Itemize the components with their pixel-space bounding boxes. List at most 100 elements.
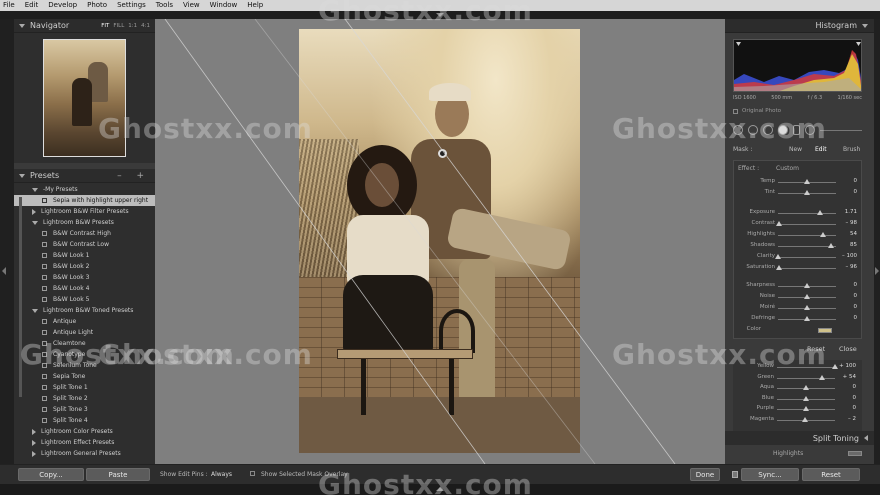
slider-knob[interactable] — [828, 243, 835, 248]
zoom-4-1[interactable]: 4:1 — [141, 23, 150, 29]
slider-knob[interactable] — [804, 283, 810, 288]
preset-folder[interactable]: Lightroom B&W Presets — [14, 217, 155, 228]
sync-switch-icon[interactable] — [732, 471, 738, 478]
zoom-1-1[interactable]: 1:1 — [128, 23, 137, 29]
left-edge-strip[interactable] — [0, 19, 14, 464]
slider-track[interactable] — [778, 224, 836, 225]
slider-knob[interactable] — [803, 395, 809, 401]
slider-knob[interactable] — [819, 232, 826, 237]
preset-item[interactable]: Sepia with highlight upper right — [14, 195, 155, 206]
right-panel-toggle-icon[interactable] — [875, 267, 879, 275]
slider-value[interactable]: – 96 — [846, 264, 858, 270]
preset-folder[interactable]: Lightroom Effect Presets — [14, 437, 155, 448]
preset-folder[interactable]: Lightroom B&W Toned Presets — [14, 305, 155, 316]
zoom-fill[interactable]: FILL — [113, 23, 124, 29]
slider-value[interactable]: 85 — [850, 242, 857, 248]
slider-value[interactable]: 0 — [854, 282, 858, 288]
slider-value[interactable]: + 54 — [843, 374, 856, 380]
zoom-fit[interactable]: FIT — [101, 23, 109, 29]
slider-knob[interactable] — [804, 190, 810, 195]
slider-value[interactable]: – 100 — [842, 253, 857, 259]
reset-button[interactable]: Reset — [802, 468, 860, 481]
preset-item[interactable]: Split Tone 2 — [14, 393, 155, 404]
menu-item[interactable]: Window — [210, 0, 238, 11]
slider-knob[interactable] — [804, 305, 810, 310]
preset-item[interactable]: Split Tone 3 — [14, 404, 155, 415]
right-edge-strip[interactable] — [874, 19, 880, 464]
histogram-graph[interactable] — [733, 39, 862, 92]
slider-knob[interactable] — [816, 210, 823, 215]
slider-value[interactable]: 0 — [854, 293, 858, 299]
slider-value[interactable]: 0 — [854, 178, 858, 184]
slider-value[interactable]: + 100 — [839, 363, 856, 369]
slider-knob[interactable] — [803, 406, 809, 411]
sync-button[interactable]: Sync... — [741, 468, 799, 481]
slider-knob[interactable] — [804, 179, 810, 184]
preset-item[interactable]: B&W Look 1 — [14, 250, 155, 261]
slider-value[interactable]: – 98 — [846, 220, 858, 226]
menu-item[interactable]: View — [183, 0, 200, 11]
done-button[interactable]: Done — [690, 468, 720, 481]
slider-knob[interactable] — [818, 374, 825, 380]
mask-edit-button[interactable]: Edit — [815, 146, 843, 153]
highlights-swatch[interactable] — [848, 450, 862, 456]
preset-item[interactable]: B&W Look 5 — [14, 294, 155, 305]
mask-brush-button[interactable]: Brush — [843, 146, 860, 153]
preset-item[interactable]: Antique — [14, 316, 155, 327]
preset-add-remove-icon[interactable]: – + — [117, 171, 150, 181]
color-swatch[interactable] — [818, 328, 832, 333]
slider-knob[interactable] — [776, 221, 783, 226]
slider-value[interactable]: 0 — [854, 315, 858, 321]
menu-item[interactable]: Settings — [117, 0, 146, 11]
slider-value[interactable]: 1.71 — [845, 209, 857, 215]
preset-item[interactable]: Split Tone 4 — [14, 415, 155, 426]
slider-value[interactable]: 54 — [850, 231, 857, 237]
menu-item[interactable]: Tools — [156, 0, 173, 11]
preset-folder[interactable]: Lightroom Color Presets — [14, 426, 155, 437]
menu-item[interactable]: Develop — [48, 0, 77, 11]
slider-value[interactable]: 0 — [853, 395, 857, 401]
preset-folder[interactable]: Lightroom B&W Filter Presets — [14, 206, 155, 217]
mask-new-button[interactable]: New — [789, 146, 815, 153]
slider-value[interactable]: 0 — [853, 384, 857, 390]
preset-folder[interactable]: Lightroom General Presets — [14, 448, 155, 459]
preset-item[interactable]: B&W Contrast Low — [14, 239, 155, 250]
effect-value[interactable]: Custom — [776, 165, 799, 172]
mask-overlay-checkbox[interactable] — [250, 471, 255, 476]
slider-value[interactable]: 0 — [854, 189, 858, 195]
copy-button[interactable]: Copy... — [18, 468, 84, 481]
left-panel-toggle-icon[interactable] — [2, 267, 6, 275]
slider-knob[interactable] — [804, 294, 810, 299]
split-toning-header[interactable]: Split Toning — [725, 431, 874, 445]
paste-button[interactable]: Paste — [86, 468, 150, 481]
menu-item[interactable]: Photo — [87, 0, 107, 11]
slider-track[interactable] — [778, 246, 836, 247]
menu-item[interactable]: Edit — [25, 0, 39, 11]
slider-track[interactable] — [778, 257, 836, 258]
preset-folder[interactable]: -My Presets — [14, 184, 155, 195]
preset-item[interactable]: Split Tone 1 — [14, 382, 155, 393]
image-canvas[interactable] — [155, 19, 725, 464]
slider-knob[interactable] — [832, 364, 838, 369]
slider-track[interactable] — [777, 377, 835, 379]
menu-item[interactable]: File — [3, 0, 15, 11]
menu-item[interactable]: Help — [247, 0, 263, 11]
slider-knob[interactable] — [802, 416, 809, 422]
slider-knob[interactable] — [776, 265, 783, 270]
slider-value[interactable]: 0 — [854, 304, 858, 310]
slider-track[interactable] — [778, 268, 836, 269]
slider-knob[interactable] — [803, 385, 809, 390]
slider-knob[interactable] — [804, 316, 810, 321]
slider-knob[interactable] — [775, 254, 781, 259]
histogram-header[interactable]: Histogram — [725, 19, 874, 33]
show-edit-pins-select[interactable]: Always — [211, 471, 232, 478]
slider-value[interactable]: 0 — [853, 405, 857, 411]
preset-item[interactable]: B&W Look 3 — [14, 272, 155, 283]
preset-item[interactable]: B&W Contrast High — [14, 228, 155, 239]
slider-track[interactable] — [778, 235, 836, 236]
slider-track[interactable] — [778, 213, 836, 214]
slider-value[interactable]: – 2 — [848, 416, 856, 422]
preset-item[interactable]: B&W Look 2 — [14, 261, 155, 272]
effect-selector[interactable]: Effect : Custom — [738, 165, 858, 172]
preset-item[interactable]: Sepia Tone — [14, 371, 155, 382]
